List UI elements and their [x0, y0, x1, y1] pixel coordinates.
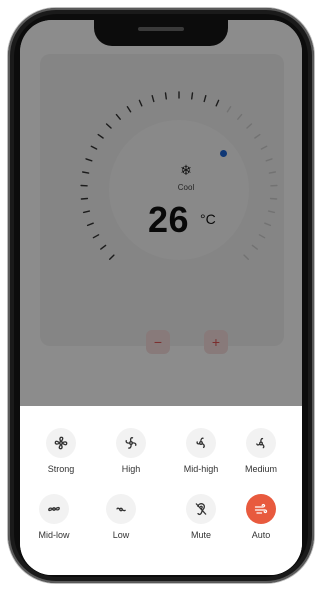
fan-option-medium[interactable]: Medium — [231, 428, 291, 484]
fan-option-strong[interactable]: Strong — [31, 428, 91, 484]
ear-mute-icon — [186, 494, 216, 524]
fan-option-label: Mid-low — [38, 530, 70, 540]
wind-auto-icon — [246, 494, 276, 524]
fan-option-label: Strong — [47, 464, 75, 474]
modal-overlay[interactable] — [20, 20, 302, 406]
fan-mid-low-icon — [39, 494, 69, 524]
fan-option-label: Low — [112, 530, 130, 540]
fan-option-label: Medium — [244, 464, 277, 474]
fan-option-mid-low[interactable]: Mid-low — [24, 494, 84, 550]
fan-option-high[interactable]: High — [101, 428, 161, 484]
fan-option-mid-high[interactable]: Mid-high — [171, 428, 231, 484]
fan-speed-sheet: Strong High Mid-high Medium Mid-low Low … — [20, 406, 302, 575]
fan-option-mute[interactable]: Mute — [171, 494, 231, 550]
speaker-grille — [138, 27, 184, 31]
fan-strong-icon — [46, 428, 76, 458]
fan-mid-high-icon — [186, 428, 216, 458]
fan-high-icon — [116, 428, 146, 458]
fan-option-label: High — [121, 464, 141, 474]
fan-low-icon — [106, 494, 136, 524]
notch — [94, 20, 228, 46]
screen: ❄ Cool 26 °C − + Strong High Mid-high Me… — [20, 20, 302, 575]
fan-option-label: Mid-high — [183, 464, 219, 474]
fan-option-auto[interactable]: Auto — [231, 494, 291, 550]
fan-option-label: Mute — [190, 530, 211, 540]
fan-option-label: Auto — [251, 530, 271, 540]
fan-option-low[interactable]: Low — [91, 494, 151, 550]
fan-medium-icon — [246, 428, 276, 458]
